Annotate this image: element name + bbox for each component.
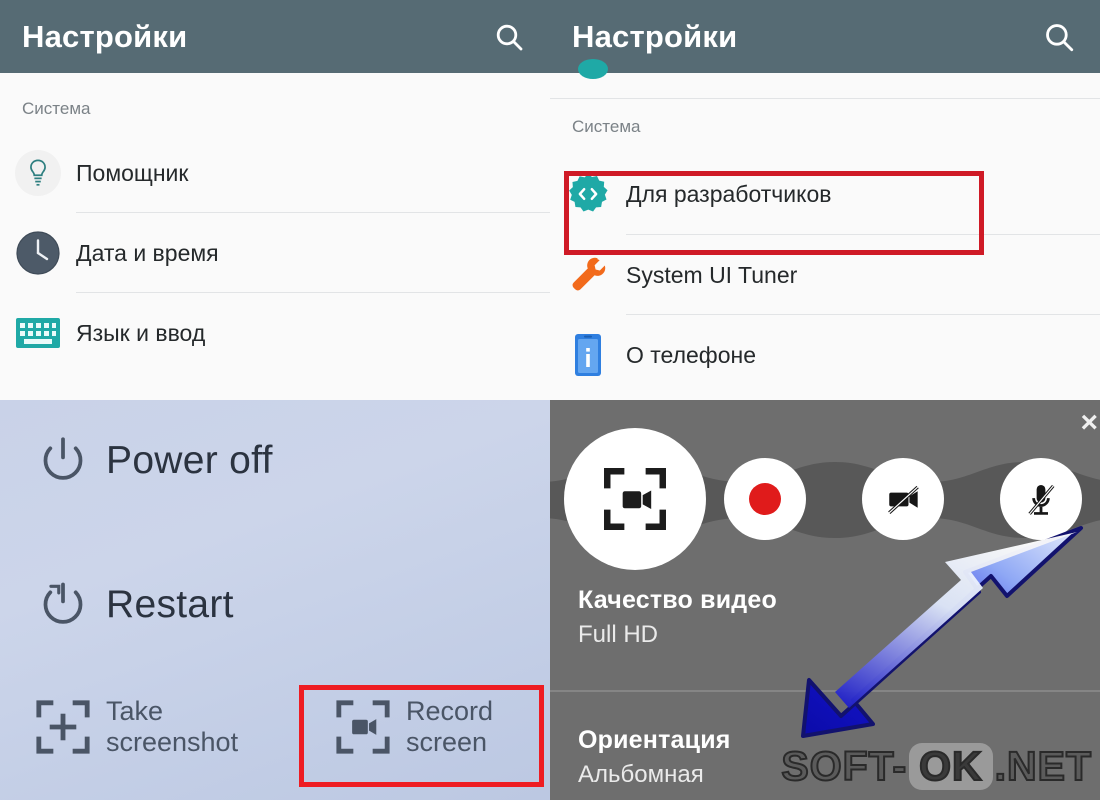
watermark-pre: SOFT- bbox=[780, 742, 908, 790]
partial-teal-icon bbox=[578, 59, 608, 79]
lightbulb-icon bbox=[0, 150, 76, 196]
phone-info-icon bbox=[550, 333, 626, 377]
restart-icon bbox=[20, 576, 106, 634]
settings-row-label: О телефоне bbox=[626, 341, 757, 368]
page-title: Настройки bbox=[22, 18, 188, 54]
record-screen-icon bbox=[320, 698, 406, 756]
video-quality-value: Full HD bbox=[578, 621, 659, 648]
settings-list-left: Система Помощник Дата и время Язык и вво… bbox=[0, 73, 550, 400]
mic-off-button[interactable] bbox=[1000, 458, 1082, 540]
settings-row-language-input[interactable]: Язык и ввод bbox=[0, 293, 550, 373]
settings-row-developer-options[interactable]: Для разработчиков bbox=[550, 153, 1100, 235]
settings-row-system-ui-tuner[interactable]: System UI Tuner bbox=[550, 235, 1100, 315]
search-icon[interactable] bbox=[1042, 20, 1076, 54]
settings-row-label: Дата и время bbox=[76, 239, 219, 266]
camera-off-icon bbox=[888, 485, 919, 514]
search-icon[interactable] bbox=[492, 20, 526, 54]
settings-row-label: Помощник bbox=[76, 159, 189, 186]
record-screen-label: Record screen bbox=[406, 696, 494, 758]
orientation-setting[interactable]: Ориентация Альбомная bbox=[578, 726, 731, 789]
start-record-button[interactable] bbox=[724, 458, 806, 540]
settings-row-label: Для разработчиков bbox=[626, 180, 832, 207]
restart-label: Restart bbox=[106, 583, 234, 626]
settings-row-label: System UI Tuner bbox=[626, 261, 798, 288]
app-bar-left: Настройки bbox=[0, 0, 550, 73]
close-icon[interactable]: × bbox=[1080, 408, 1098, 438]
settings-divider bbox=[550, 690, 1100, 692]
developer-options-icon bbox=[550, 171, 626, 217]
record-screen-item[interactable]: Record screen bbox=[320, 696, 493, 759]
record-dot-icon bbox=[749, 483, 781, 515]
screenshot-collage: Настройки Система Помощник Дата и время … bbox=[0, 0, 1100, 800]
screen-recorder-panel: × Качество видео Full HD Ориентация Альб… bbox=[550, 400, 1100, 800]
keyboard-icon bbox=[0, 316, 76, 350]
power-menu-panel: Power off Restart Take screenshot Record… bbox=[0, 400, 550, 800]
watermark-ok: OK bbox=[909, 742, 993, 790]
restart-item[interactable]: Restart bbox=[20, 576, 234, 634]
power-icon bbox=[20, 432, 106, 490]
camera-off-button[interactable] bbox=[862, 458, 944, 540]
mic-off-icon bbox=[1028, 484, 1055, 515]
watermark-post: .NET bbox=[994, 742, 1092, 790]
wrench-icon bbox=[550, 254, 626, 296]
watermark: SOFT- OK .NET bbox=[780, 742, 1092, 790]
record-screen-main-button[interactable] bbox=[564, 428, 706, 570]
video-quality-title: Качество видео bbox=[578, 586, 777, 614]
recorder-toolbar bbox=[550, 428, 1100, 570]
settings-row-label: Язык и ввод bbox=[76, 319, 206, 346]
settings-panel-right: Настройки Система Для разработчиков Syst… bbox=[550, 0, 1100, 400]
settings-panel-left: Настройки Система Помощник Дата и время … bbox=[0, 0, 550, 400]
power-off-item[interactable]: Power off bbox=[20, 432, 273, 490]
settings-row-assistant[interactable]: Помощник bbox=[0, 133, 550, 213]
page-title: Настройки bbox=[572, 18, 738, 54]
section-header-system: Система bbox=[572, 117, 641, 136]
take-screenshot-icon bbox=[20, 698, 106, 756]
settings-list-right: Система Для разработчиков System UI Tune… bbox=[550, 99, 1100, 400]
settings-row-about-phone[interactable]: О телефоне bbox=[550, 315, 1100, 395]
orientation-value: Альбомная bbox=[578, 761, 704, 788]
section-header-system: Система bbox=[22, 99, 91, 118]
take-screenshot-item[interactable]: Take screenshot bbox=[20, 696, 238, 759]
settings-row-date-time[interactable]: Дата и время bbox=[0, 213, 550, 293]
app-bar-right: Настройки bbox=[550, 0, 1100, 73]
orientation-title: Ориентация bbox=[578, 726, 731, 754]
clock-icon bbox=[0, 229, 76, 277]
video-quality-setting[interactable]: Качество видео Full HD bbox=[578, 586, 777, 649]
take-screenshot-label: Take screenshot bbox=[106, 696, 239, 758]
power-off-label: Power off bbox=[106, 439, 273, 482]
partial-previous-row bbox=[550, 59, 1100, 99]
